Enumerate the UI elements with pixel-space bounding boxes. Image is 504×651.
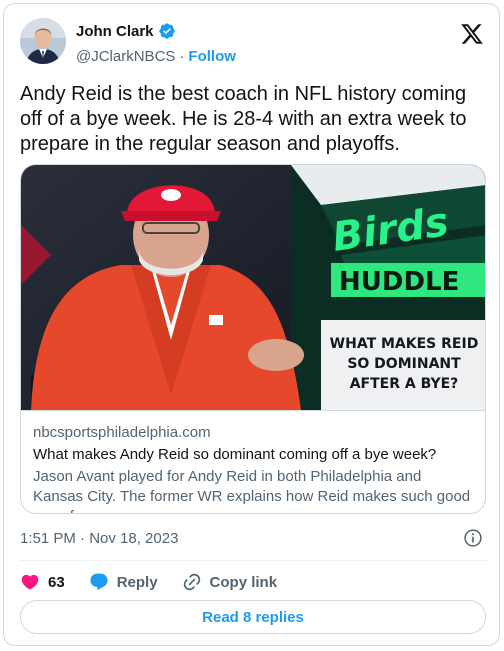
author-display-name[interactable]: John Clark	[76, 23, 154, 40]
link-preview-meta: nbcsportsphiladelphia.com What makes And…	[21, 410, 485, 513]
like-button[interactable]: 63	[20, 572, 65, 592]
tweet-actions: 63 Reply Copy link	[20, 568, 301, 596]
tweet-embed-card: John Clark @JClarkNBCS · Follow Andy Rei…	[3, 3, 500, 646]
link-description: Jason Avant played for Andy Reid in both…	[33, 468, 471, 513]
read-replies-button[interactable]: Read 8 replies	[20, 600, 486, 634]
thumbnail-question-line1: WHAT MAKES REID	[330, 336, 479, 352]
copy-link-label: Copy link	[209, 573, 278, 591]
link-domain: nbcsportsphiladelphia.com	[33, 424, 211, 441]
avatar[interactable]	[20, 18, 66, 64]
author-handle[interactable]: @JClarkNBCS	[76, 48, 175, 65]
reply-bubble-icon	[90, 573, 108, 591]
separator-dot: ·	[179, 48, 185, 65]
x-logo-icon[interactable]	[460, 22, 484, 46]
reply-label: Reply	[116, 573, 158, 591]
thumbnail-question-line3: AFTER A BYE?	[350, 376, 459, 392]
divider	[20, 560, 486, 561]
reply-button[interactable]: Reply	[89, 572, 158, 592]
thumbnail-title-huddle: HUDDLE	[339, 267, 459, 297]
link-title: What makes Andy Reid so dominant coming …	[33, 446, 437, 463]
avatar-photo	[20, 18, 66, 64]
read-replies-label: Read 8 replies	[202, 608, 304, 626]
author-handle-row: @JClarkNBCS · Follow	[76, 48, 236, 65]
author-name-row: John Clark	[76, 22, 176, 40]
follow-button[interactable]: Follow	[188, 48, 236, 65]
link-icon	[183, 573, 200, 591]
info-icon[interactable]	[463, 528, 483, 548]
article-thumbnail: Birds HUDDLE WHAT MAKES REID SO DOMINANT…	[21, 165, 485, 410]
like-count: 63	[48, 573, 65, 591]
tweet-text: Andy Reid is the best coach in NFL histo…	[20, 83, 467, 155]
copy-link-button[interactable]: Copy link	[182, 572, 278, 592]
heart-icon	[21, 574, 39, 590]
thumbnail-question-line2: SO DOMINANT	[347, 356, 461, 372]
link-preview-image: Birds HUDDLE WHAT MAKES REID SO DOMINANT…	[21, 165, 485, 410]
tweet-timestamp[interactable]: 1:51 PM · Nov 18, 2023	[20, 530, 178, 547]
verified-badge-icon	[158, 23, 175, 39]
link-preview-card[interactable]: Birds HUDDLE WHAT MAKES REID SO DOMINANT…	[20, 164, 486, 514]
